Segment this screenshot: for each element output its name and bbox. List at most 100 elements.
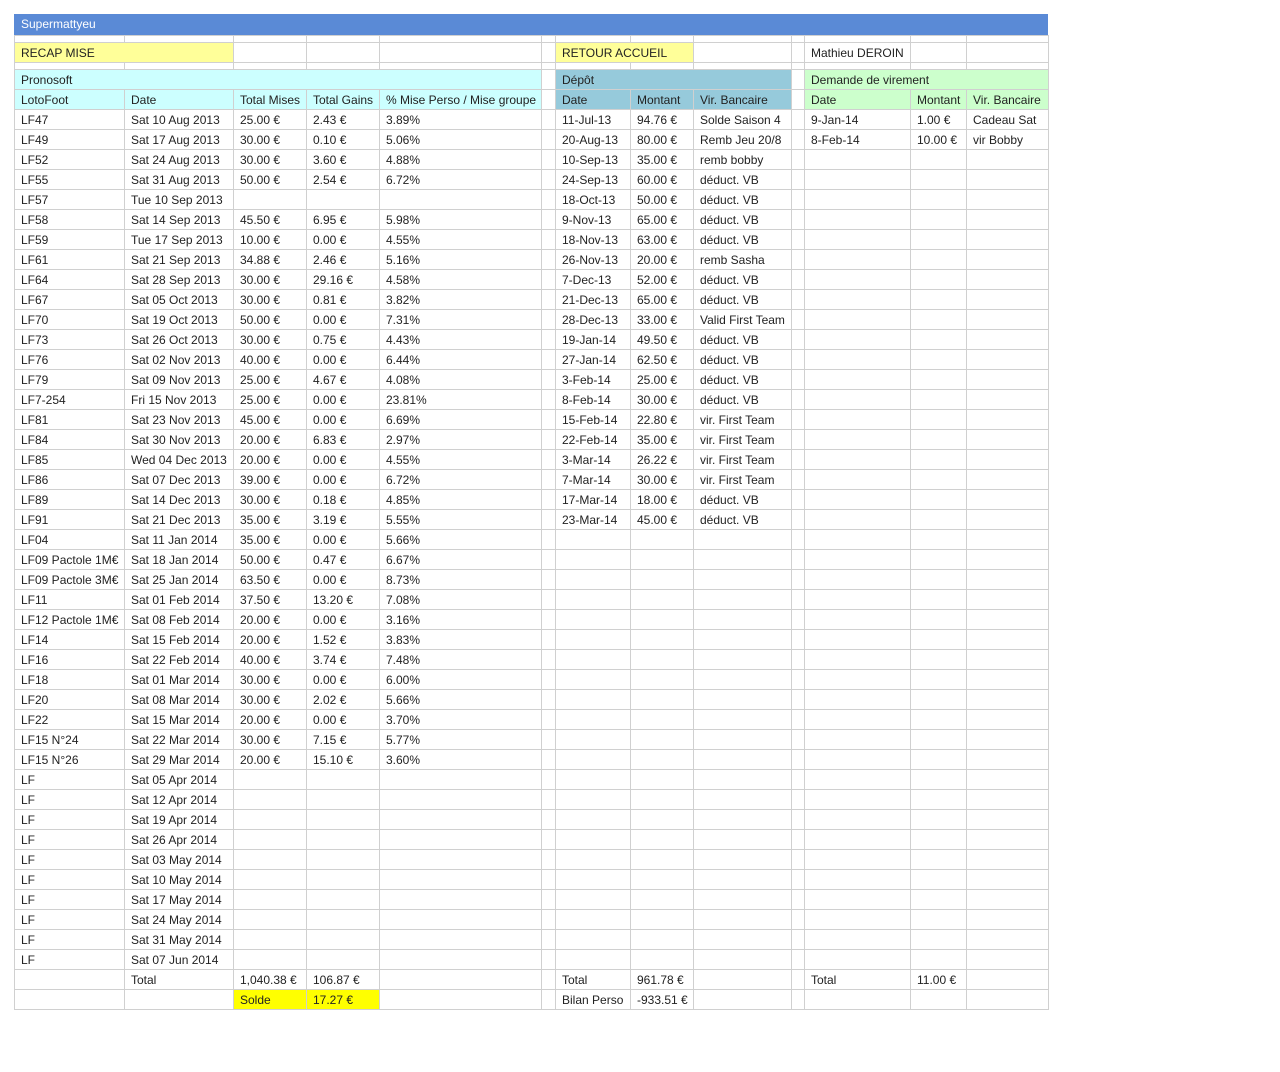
cell-empty[interactable] bbox=[555, 949, 631, 970]
cell-empty[interactable] bbox=[693, 769, 792, 790]
cell-empty[interactable] bbox=[966, 269, 1049, 290]
cell-empty[interactable] bbox=[966, 869, 1049, 890]
cell-empty[interactable] bbox=[910, 409, 967, 430]
cell-total-gains[interactable] bbox=[306, 929, 380, 950]
cell-lotofoot[interactable]: LF61 bbox=[14, 249, 125, 270]
cell-depot-vir[interactable]: Remb Jeu 20/8 bbox=[693, 129, 792, 150]
cell-date[interactable]: Sat 24 Aug 2013 bbox=[124, 149, 234, 170]
cell-total-gains[interactable] bbox=[306, 949, 380, 970]
vir-total[interactable]: 11.00 € bbox=[910, 969, 967, 990]
cell-depot-vir[interactable]: déduct. VB bbox=[693, 389, 792, 410]
cell-pct[interactable]: 5.77% bbox=[379, 729, 542, 750]
cell-empty[interactable] bbox=[910, 909, 967, 930]
cell-empty[interactable] bbox=[910, 449, 967, 470]
cell-pct[interactable]: 6.44% bbox=[379, 349, 542, 370]
cell-empty[interactable] bbox=[966, 949, 1049, 970]
cell-empty[interactable] bbox=[804, 149, 911, 170]
cell-empty[interactable] bbox=[693, 549, 792, 570]
cell-date[interactable]: Sat 03 May 2014 bbox=[124, 849, 234, 870]
cell-empty[interactable] bbox=[966, 849, 1049, 870]
cell-lotofoot[interactable]: LF89 bbox=[14, 489, 125, 510]
cell-total-mises[interactable]: 20.00 € bbox=[233, 609, 307, 630]
cell-lotofoot[interactable]: LF16 bbox=[14, 649, 125, 670]
cell-empty[interactable] bbox=[804, 829, 911, 850]
cell-date[interactable]: Sat 22 Mar 2014 bbox=[124, 729, 234, 750]
cell-empty[interactable] bbox=[804, 509, 911, 530]
cell-vir-date[interactable]: 8-Feb-14 bbox=[804, 129, 911, 150]
cell-pct[interactable]: 3.70% bbox=[379, 709, 542, 730]
cell-total-gains[interactable]: 3.19 € bbox=[306, 509, 380, 530]
cell-total-gains[interactable]: 0.18 € bbox=[306, 489, 380, 510]
cell-total-gains[interactable]: 0.00 € bbox=[306, 569, 380, 590]
cell-depot-montant[interactable]: 30.00 € bbox=[630, 469, 694, 490]
cell-depot-montant[interactable]: 26.22 € bbox=[630, 449, 694, 470]
cell-lotofoot[interactable]: LF22 bbox=[14, 709, 125, 730]
cell-depot-date[interactable]: 18-Nov-13 bbox=[555, 229, 631, 250]
cell-total-gains[interactable]: 0.00 € bbox=[306, 609, 380, 630]
cell-total-mises[interactable] bbox=[233, 909, 307, 930]
cell-depot-vir[interactable]: Solde Saison 4 bbox=[693, 109, 792, 130]
cell-pct[interactable]: 4.58% bbox=[379, 269, 542, 290]
cell-total-gains[interactable]: 0.00 € bbox=[306, 709, 380, 730]
cell-empty[interactable] bbox=[966, 389, 1049, 410]
cell-depot-date[interactable]: 24-Sep-13 bbox=[555, 169, 631, 190]
cell-empty[interactable] bbox=[910, 389, 967, 410]
cell-empty[interactable] bbox=[966, 229, 1049, 250]
retour-accueil-button[interactable]: RETOUR ACCUEIL bbox=[555, 42, 694, 63]
cell-date[interactable]: Sat 05 Apr 2014 bbox=[124, 769, 234, 790]
total-mises[interactable]: 1,040.38 € bbox=[233, 969, 307, 990]
cell-empty[interactable] bbox=[966, 369, 1049, 390]
cell-empty[interactable] bbox=[555, 749, 631, 770]
cell-total-mises[interactable]: 50.00 € bbox=[233, 309, 307, 330]
cell-depot-date[interactable]: 26-Nov-13 bbox=[555, 249, 631, 270]
cell-date[interactable]: Sat 10 Aug 2013 bbox=[124, 109, 234, 130]
cell-lotofoot[interactable]: LF70 bbox=[14, 309, 125, 330]
cell-depot-date[interactable]: 11-Jul-13 bbox=[555, 109, 631, 130]
cell-empty[interactable] bbox=[555, 909, 631, 930]
cell-empty[interactable] bbox=[555, 549, 631, 570]
cell-lotofoot[interactable]: LF04 bbox=[14, 529, 125, 550]
cell-pct[interactable] bbox=[379, 789, 542, 810]
cell-empty[interactable] bbox=[966, 929, 1049, 950]
cell-empty[interactable] bbox=[910, 689, 967, 710]
cell-depot-date[interactable]: 22-Feb-14 bbox=[555, 429, 631, 450]
cell-empty[interactable] bbox=[804, 309, 911, 330]
cell-total-gains[interactable]: 13.20 € bbox=[306, 589, 380, 610]
cell-empty[interactable] bbox=[910, 589, 967, 610]
cell-empty[interactable] bbox=[910, 289, 967, 310]
cell-date[interactable]: Sat 10 May 2014 bbox=[124, 869, 234, 890]
cell-lotofoot[interactable]: LF91 bbox=[14, 509, 125, 530]
cell-date[interactable]: Sat 28 Sep 2013 bbox=[124, 269, 234, 290]
cell-total-gains[interactable]: 6.83 € bbox=[306, 429, 380, 450]
cell-empty[interactable] bbox=[966, 249, 1049, 270]
cell-empty[interactable] bbox=[966, 409, 1049, 430]
cell-depot-montant[interactable]: 52.00 € bbox=[630, 269, 694, 290]
cell-total-gains[interactable]: 7.15 € bbox=[306, 729, 380, 750]
cell-total-mises[interactable] bbox=[233, 889, 307, 910]
cell-lotofoot[interactable]: LF85 bbox=[14, 449, 125, 470]
cell-date[interactable]: Tue 17 Sep 2013 bbox=[124, 229, 234, 250]
cell-depot-montant[interactable]: 30.00 € bbox=[630, 389, 694, 410]
cell-empty[interactable] bbox=[555, 589, 631, 610]
cell-depot-date[interactable]: 17-Mar-14 bbox=[555, 489, 631, 510]
cell-date[interactable]: Sat 08 Mar 2014 bbox=[124, 689, 234, 710]
cell-date[interactable]: Sat 31 May 2014 bbox=[124, 929, 234, 950]
cell-date[interactable]: Sat 01 Mar 2014 bbox=[124, 669, 234, 690]
cell-pct[interactable]: 3.60% bbox=[379, 749, 542, 770]
cell-depot-montant[interactable]: 65.00 € bbox=[630, 289, 694, 310]
cell-empty[interactable] bbox=[804, 609, 911, 630]
cell-empty[interactable] bbox=[910, 469, 967, 490]
cell-empty[interactable] bbox=[966, 329, 1049, 350]
cell-lotofoot[interactable]: LF84 bbox=[14, 429, 125, 450]
cell-empty[interactable] bbox=[555, 809, 631, 830]
cell-empty[interactable] bbox=[630, 869, 694, 890]
cell-total-gains[interactable]: 0.00 € bbox=[306, 229, 380, 250]
cell-total-mises[interactable]: 25.00 € bbox=[233, 369, 307, 390]
cell-empty[interactable] bbox=[804, 569, 911, 590]
cell-depot-vir[interactable]: déduct. VB bbox=[693, 269, 792, 290]
cell-empty[interactable] bbox=[966, 829, 1049, 850]
cell-empty[interactable] bbox=[910, 189, 967, 210]
cell-total-mises[interactable]: 45.00 € bbox=[233, 409, 307, 430]
cell-empty[interactable] bbox=[693, 529, 792, 550]
cell-empty[interactable] bbox=[630, 809, 694, 830]
